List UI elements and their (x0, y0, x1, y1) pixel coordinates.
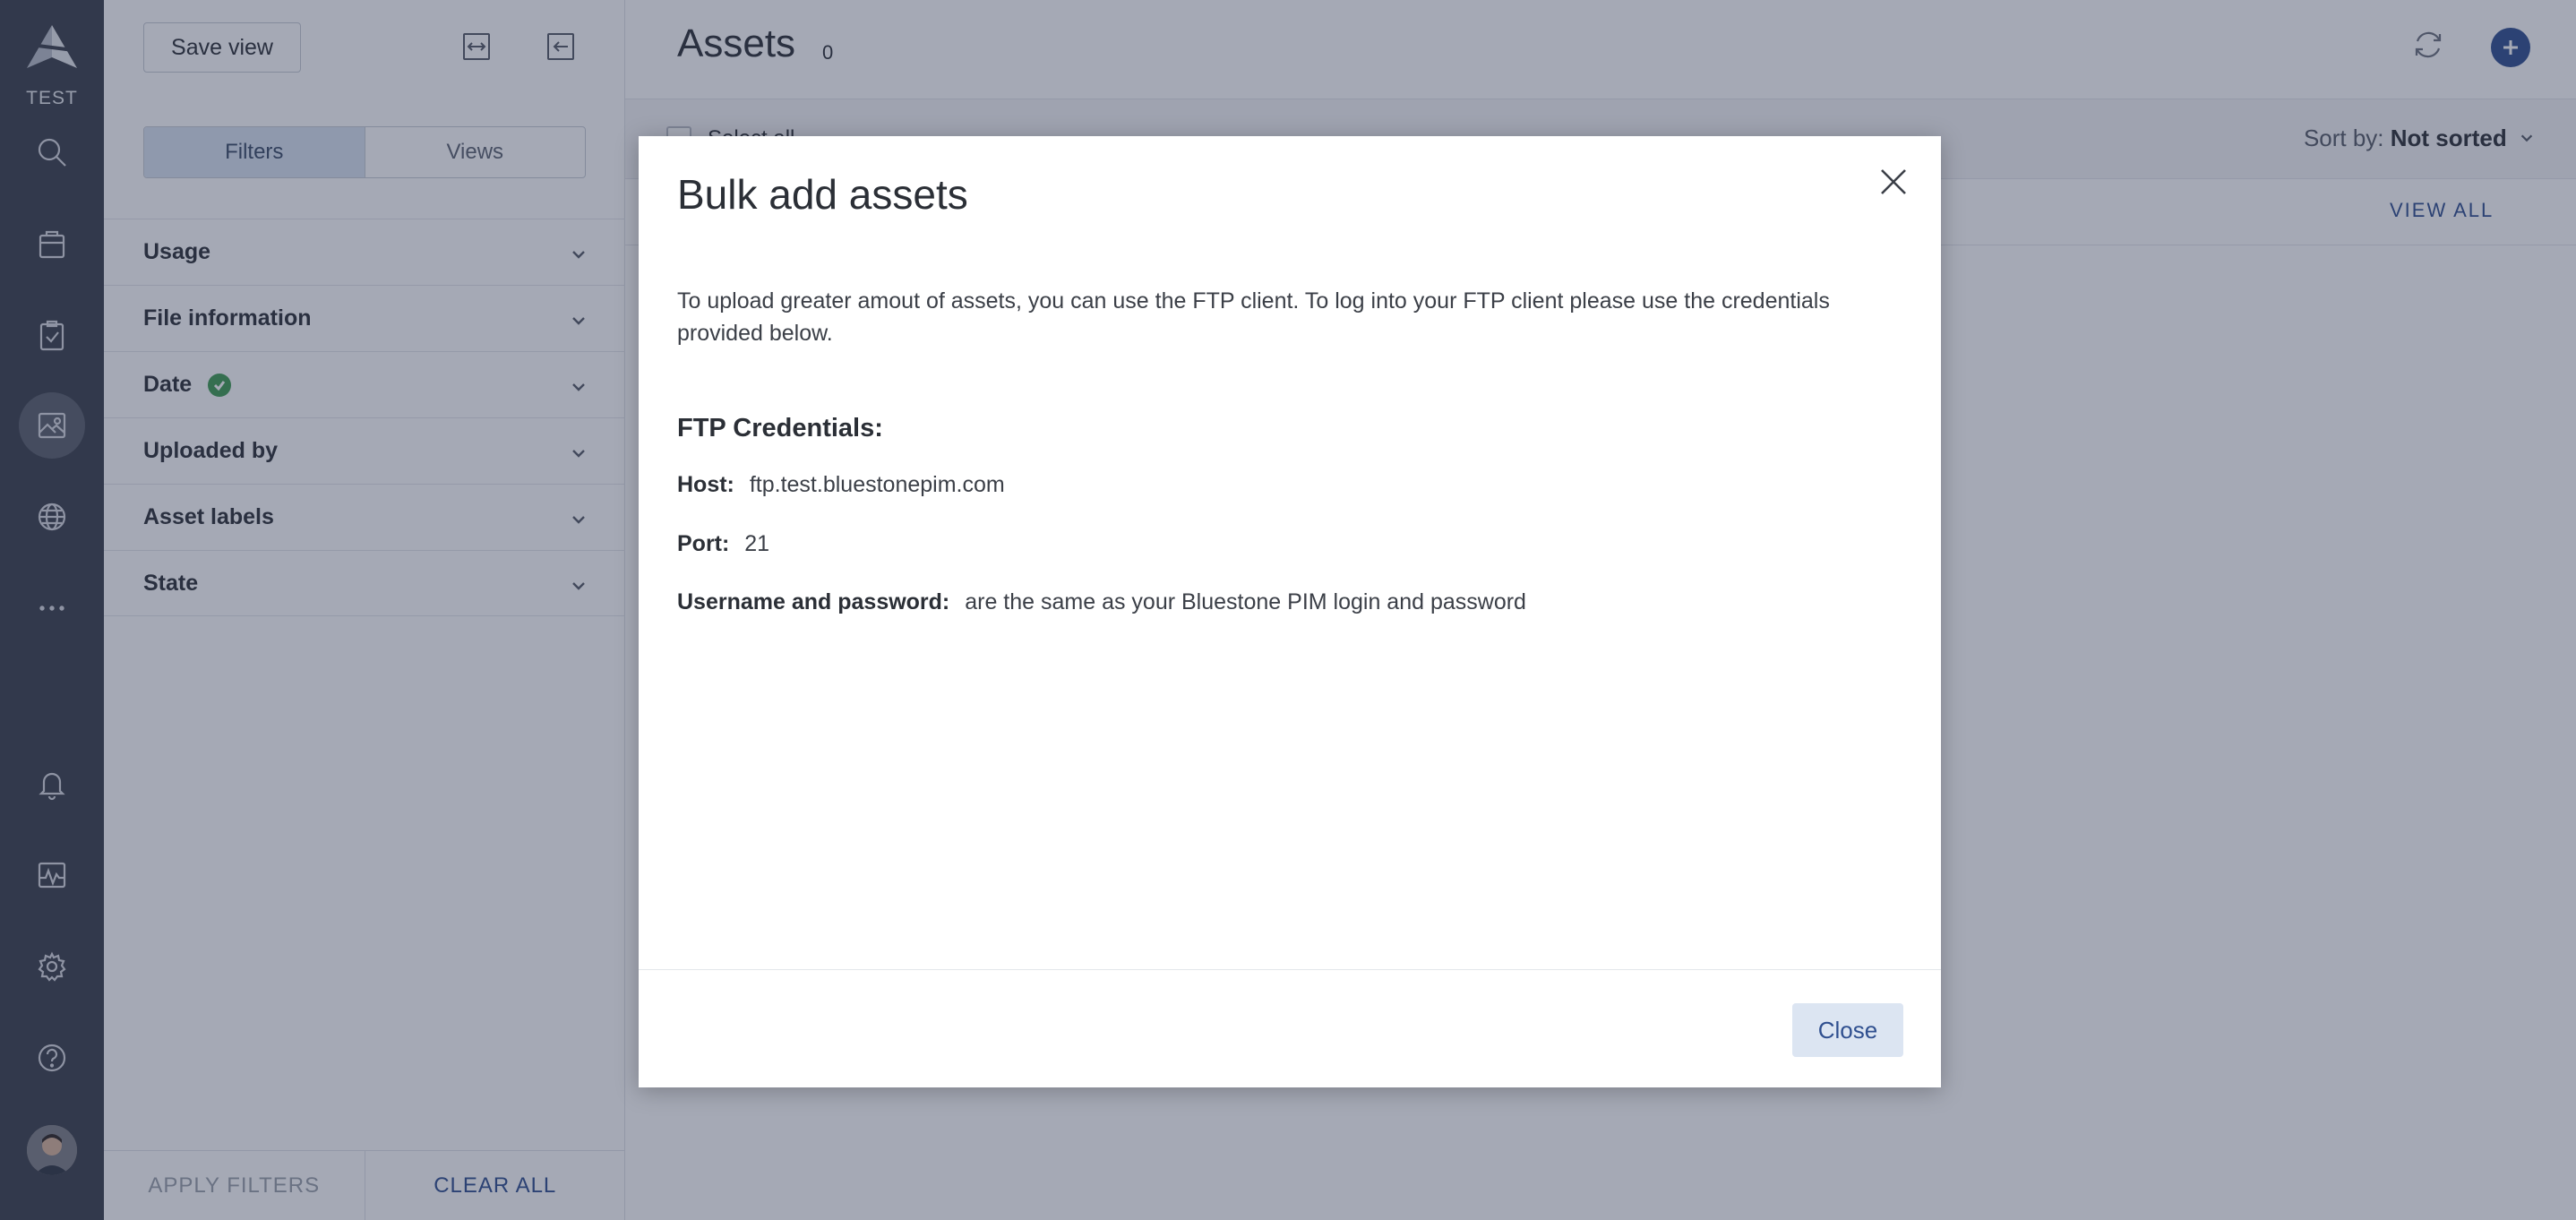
host-value: ftp.test.bluestonepim.com (749, 472, 1005, 497)
host-label: Host: (677, 472, 734, 497)
host-row: Host: ftp.test.bluestonepim.com (677, 472, 1005, 498)
port-value: 21 (744, 531, 770, 556)
credentials-row: Username and password: are the same as y… (677, 589, 1526, 615)
close-button[interactable]: Close (1792, 1003, 1903, 1057)
dialog-title: Bulk add assets (677, 171, 968, 218)
dialog-divider (639, 969, 1941, 970)
port-row: Port: 21 (677, 531, 769, 557)
credentials-value: are the same as your Bluestone PIM login… (965, 589, 1526, 614)
port-label: Port: (677, 531, 730, 556)
close-icon[interactable] (1877, 166, 1910, 198)
ftp-heading: FTP Credentials: (677, 414, 883, 442)
bulk-add-dialog: Bulk add assets To upload greater amout … (639, 136, 1941, 1087)
dialog-description: To upload greater amout of assets, you c… (677, 288, 1830, 346)
credentials-label: Username and password: (677, 589, 950, 614)
